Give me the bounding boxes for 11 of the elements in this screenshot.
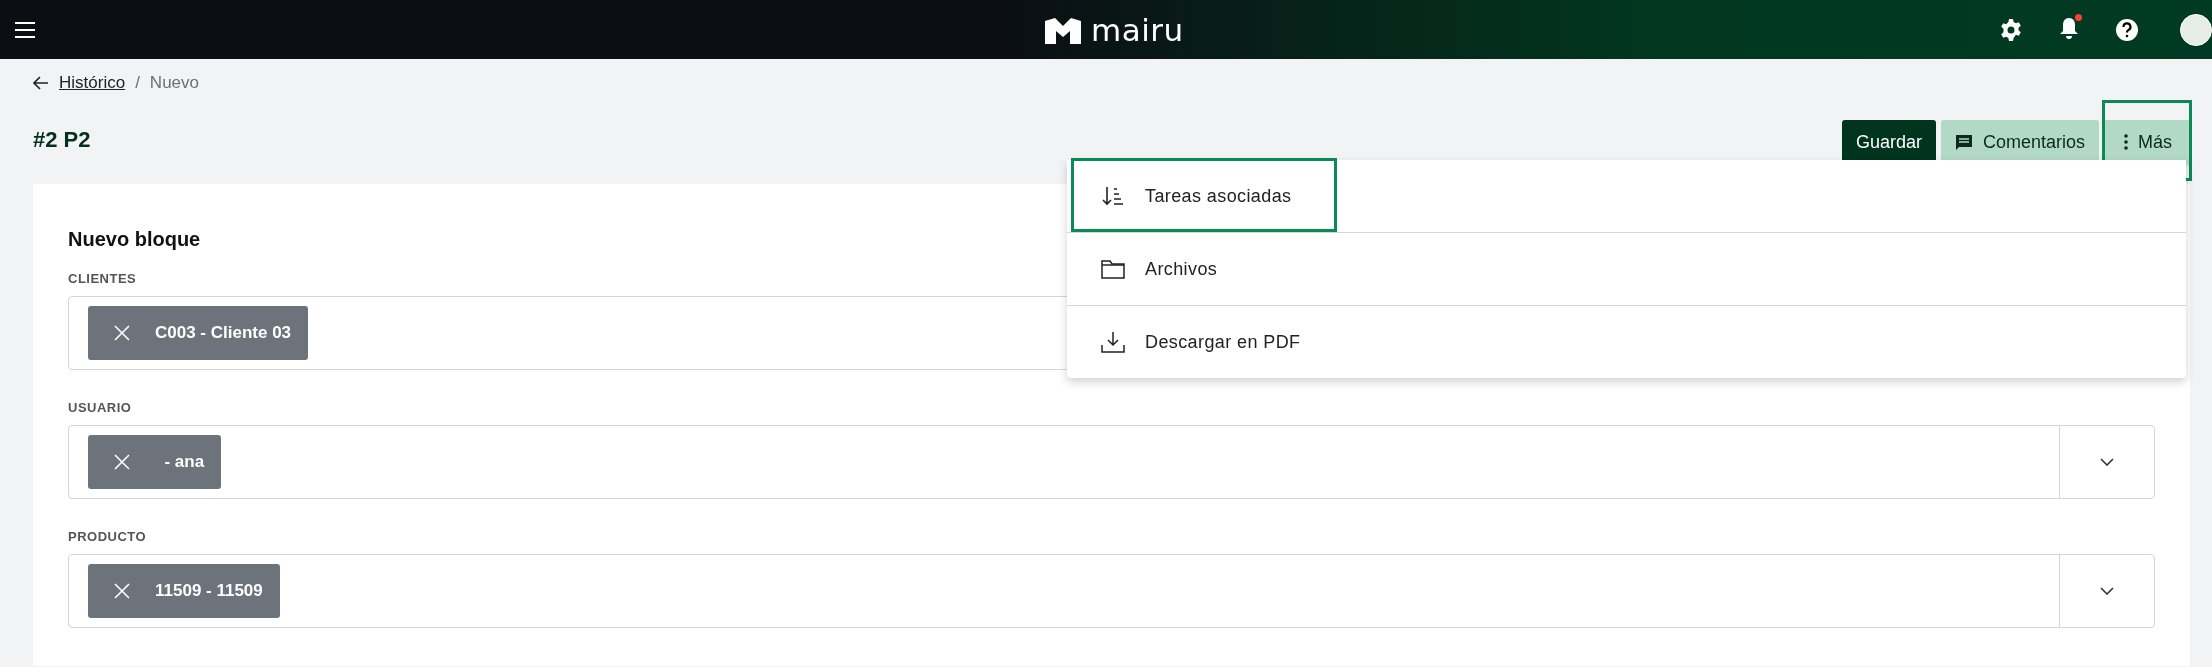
selected-chip: - ana xyxy=(88,435,222,489)
field-label: CLIENTES xyxy=(68,271,138,286)
selected-chip: 11509 - 11509 xyxy=(88,564,280,618)
page-title: #2 P2 xyxy=(33,127,91,153)
breadcrumb-current: Nuevo xyxy=(149,73,199,93)
breadcrumb-separator: / xyxy=(135,73,140,93)
selected-chip: C003 - Cliente 03 xyxy=(88,306,309,360)
block-title: Nuevo bloque xyxy=(68,228,202,251)
logo-text: mairu xyxy=(1091,15,1184,46)
field-label: PRODUCTO xyxy=(68,529,148,544)
field-label: USUARIO xyxy=(68,400,133,415)
